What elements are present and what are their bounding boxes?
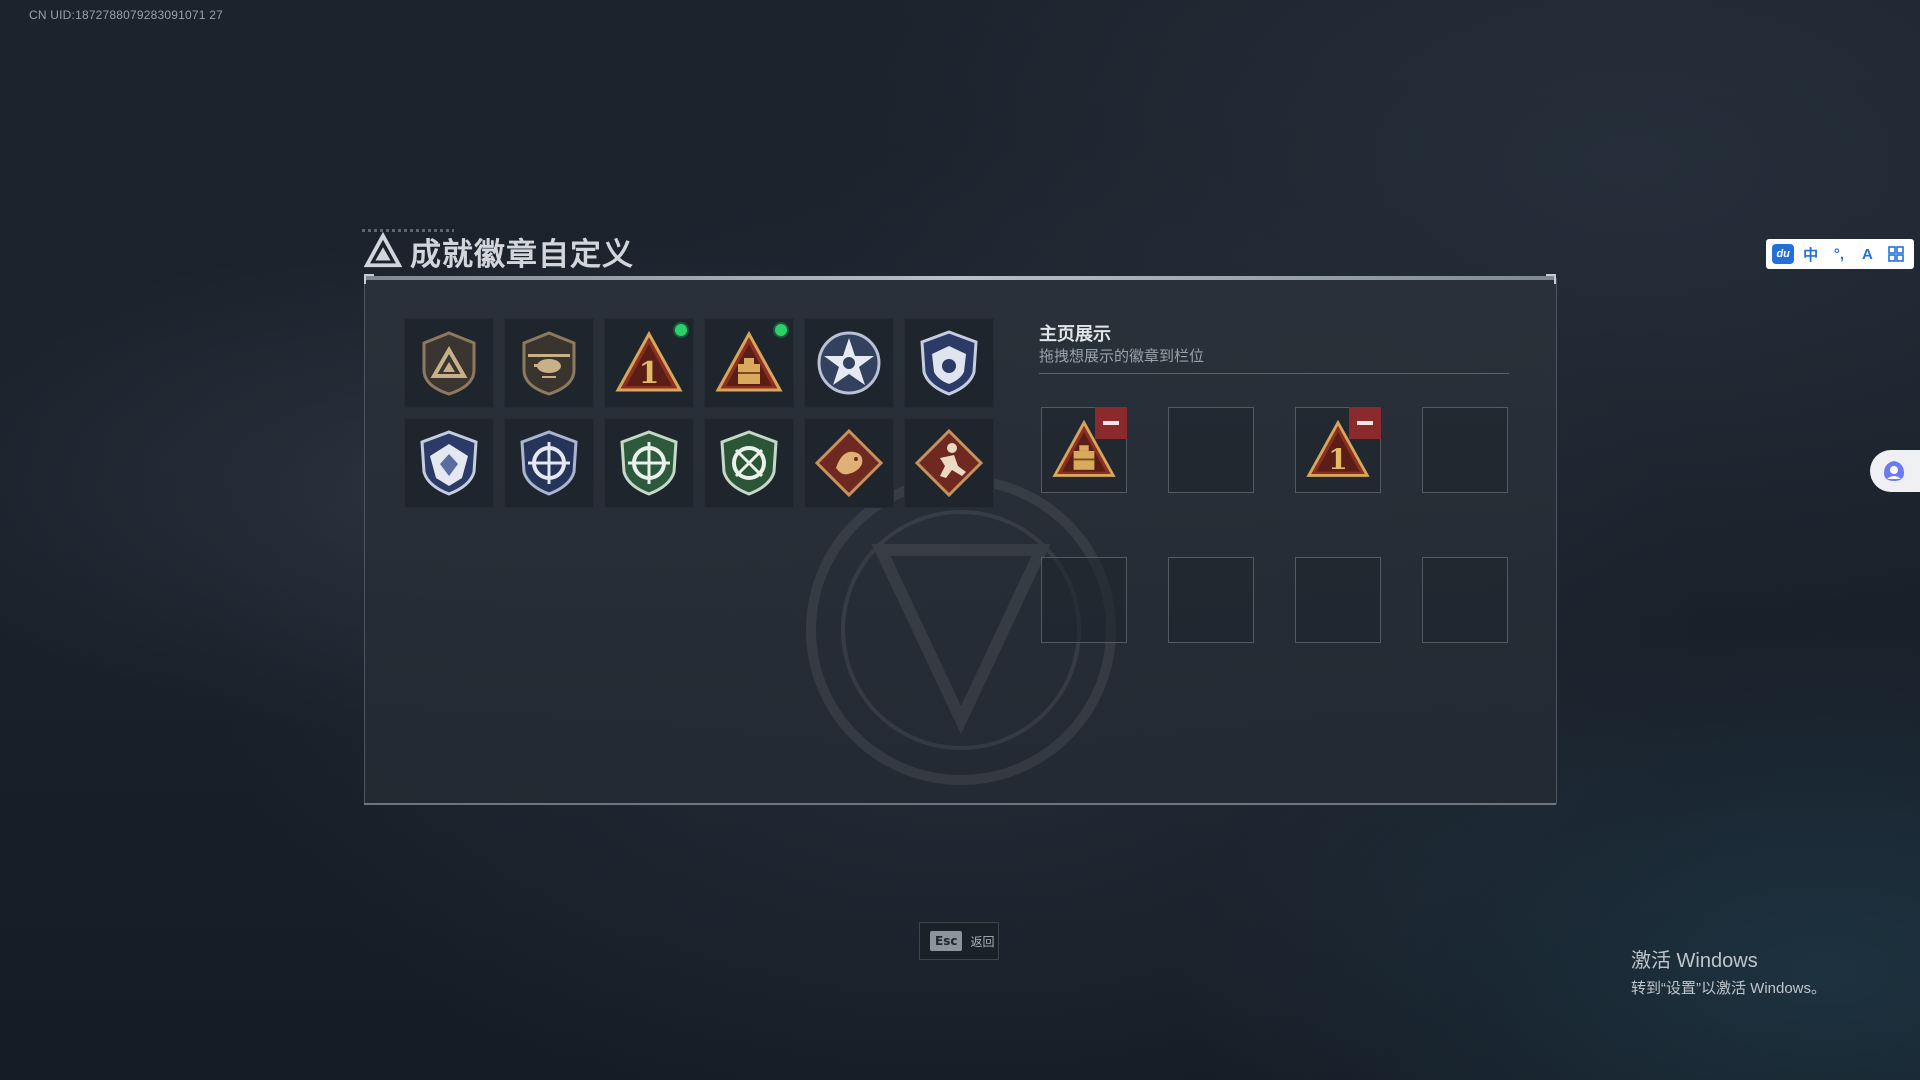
badge-item[interactable] bbox=[504, 318, 594, 408]
remove-badge-button[interactable] bbox=[1095, 407, 1127, 439]
crosshair-green-badge-icon bbox=[620, 430, 678, 496]
helicopter-badge-icon bbox=[522, 331, 576, 396]
showcase-divider bbox=[1039, 373, 1509, 374]
triangle-logo-badge-icon bbox=[422, 331, 476, 396]
remove-badge-button[interactable] bbox=[1349, 407, 1381, 439]
runner-diamond-badge-icon bbox=[914, 428, 984, 498]
new-indicator bbox=[775, 324, 787, 336]
floating-assistant-button[interactable] bbox=[1870, 450, 1920, 492]
grid-icon bbox=[1887, 246, 1904, 262]
windows-activation-notice: 激活 Windows 转到“设置”以激活 Windows。 bbox=[1631, 944, 1826, 998]
minus-icon bbox=[1357, 421, 1373, 425]
badge-item[interactable] bbox=[904, 318, 994, 408]
showcase-slot[interactable]: 1 bbox=[1295, 407, 1381, 493]
svg-text:1: 1 bbox=[1328, 442, 1348, 476]
supply-crate-triangle-badge-icon bbox=[715, 330, 783, 392]
badge-grid: 1 bbox=[404, 318, 994, 508]
page-title: 成就徽章自定义 bbox=[410, 236, 634, 272]
back-button[interactable]: Esc 返回 bbox=[919, 922, 999, 960]
ime-punctuation-toggle[interactable]: °, bbox=[1827, 242, 1851, 266]
badge-item[interactable] bbox=[404, 318, 494, 408]
ime-toolbar: du 中 °, A bbox=[1766, 239, 1914, 269]
badge-item[interactable] bbox=[604, 418, 694, 508]
showcase-slot[interactable] bbox=[1422, 407, 1508, 493]
showcase-slots: 1 bbox=[1041, 407, 1508, 643]
triangle-logo-icon bbox=[364, 232, 402, 268]
minus-icon bbox=[1103, 421, 1119, 425]
activation-title: 激活 Windows bbox=[1631, 950, 1758, 972]
showcase-slot[interactable] bbox=[1168, 557, 1254, 643]
showcase-slot[interactable] bbox=[1041, 407, 1127, 493]
badge-item[interactable] bbox=[504, 418, 594, 508]
badge-item[interactable]: 1 bbox=[604, 318, 694, 408]
activation-hint: 转到“设置”以激活 Windows。 bbox=[1631, 980, 1827, 997]
badge-item[interactable] bbox=[804, 318, 894, 408]
blue-shield-badge-icon bbox=[920, 330, 978, 396]
ime-logo-icon[interactable]: du bbox=[1772, 244, 1795, 264]
esc-key-label: Esc bbox=[930, 931, 963, 951]
showcase-title: 主页展示 bbox=[1039, 324, 1111, 344]
panel-bottom-border bbox=[364, 803, 1556, 805]
badge-item[interactable] bbox=[704, 418, 794, 508]
showcase-slot[interactable] bbox=[1295, 557, 1381, 643]
badge-item[interactable] bbox=[704, 318, 794, 408]
new-indicator bbox=[675, 324, 687, 336]
star-emblem-badge-icon bbox=[817, 331, 881, 395]
showcase-subtitle: 拖拽想展示的徽章到栏位 bbox=[1039, 348, 1205, 365]
page-header: 成就徽章自定义 bbox=[364, 228, 634, 274]
ime-menu-grid-icon[interactable] bbox=[1884, 242, 1908, 266]
assistant-icon bbox=[1884, 461, 1904, 481]
uid-label: CN UID:1872788079283091071 27 bbox=[29, 8, 223, 22]
badge-item[interactable] bbox=[804, 418, 894, 508]
ime-voice-icon[interactable]: A bbox=[1855, 242, 1879, 266]
crosshair-blue-badge-icon bbox=[520, 430, 578, 496]
dragon-diamond-badge-icon bbox=[814, 428, 884, 498]
badge-item[interactable] bbox=[904, 418, 994, 508]
showcase-slot[interactable] bbox=[1168, 407, 1254, 493]
crosshair-green-2-badge-icon bbox=[720, 430, 778, 496]
panel-top-border bbox=[364, 274, 1556, 284]
rank-one-triangle-badge-icon: 1 bbox=[615, 330, 683, 392]
back-label: 返回 bbox=[970, 934, 995, 949]
showcase-slot[interactable] bbox=[1422, 557, 1508, 643]
showcase-slot[interactable] bbox=[1041, 557, 1127, 643]
svg-text:1: 1 bbox=[639, 356, 660, 391]
blue-crest-badge-icon bbox=[420, 430, 478, 496]
ime-language-toggle[interactable]: 中 bbox=[1799, 242, 1823, 266]
badge-item[interactable] bbox=[404, 418, 494, 508]
